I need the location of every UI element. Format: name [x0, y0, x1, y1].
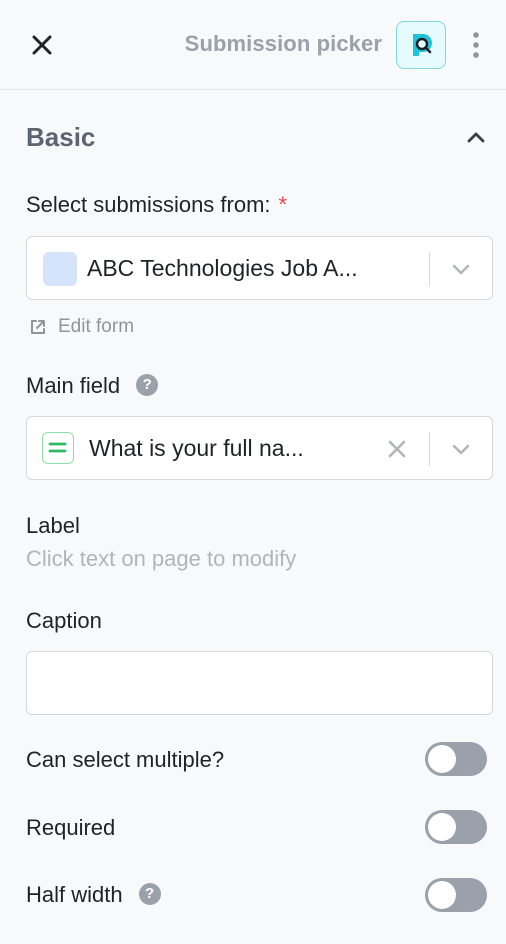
- toggle-knob: [428, 881, 456, 909]
- toggle-knob: [428, 745, 456, 773]
- external-link-icon: [31, 320, 45, 334]
- question-icon[interactable]: ?: [138, 883, 161, 906]
- label-field-label: Label: [26, 513, 80, 538]
- half-width-label: Half width?: [26, 882, 161, 908]
- can-select-multiple-toggle[interactable]: [425, 742, 487, 776]
- label-hint: Click text on page to modify: [26, 546, 297, 571]
- select-from-label: Select submissions from: *: [26, 192, 287, 218]
- main-field-label-text: Main field: [26, 373, 121, 398]
- panel-title: Submission picker: [184, 31, 382, 56]
- select-divider: [429, 432, 430, 466]
- main-field-value: What is your full na...: [89, 435, 304, 461]
- select-divider: [429, 252, 430, 286]
- form-color-swatch: [43, 252, 77, 286]
- edit-form-label: Edit form: [58, 316, 135, 337]
- required-toggle[interactable]: [425, 810, 487, 844]
- select-from-label-text: Select submissions from:: [26, 192, 271, 217]
- panel-header: Submission picker: [0, 0, 506, 90]
- chevron-down-icon[interactable]: [447, 257, 475, 281]
- caption-input[interactable]: [26, 651, 493, 715]
- main-field-label: Main field?: [26, 373, 159, 399]
- text-field-icon: [42, 432, 74, 464]
- half-width-label-text: Half width: [26, 882, 123, 907]
- clear-icon[interactable]: [385, 437, 409, 461]
- more-vertical-icon[interactable]: [468, 30, 484, 60]
- toggle-knob: [428, 813, 456, 841]
- main-field-select[interactable]: What is your full na...: [26, 416, 493, 480]
- submission-picker-icon: [396, 21, 446, 69]
- required-asterisk: *: [278, 192, 288, 217]
- can-select-multiple-label: Can select multiple?: [26, 747, 225, 772]
- edit-form-link[interactable]: Edit form: [28, 315, 134, 339]
- form-select-value: ABC Technologies Job A...: [87, 255, 358, 281]
- chevron-down-icon[interactable]: [447, 437, 475, 461]
- section-title: Basic: [26, 122, 96, 152]
- caption-label: Caption: [26, 608, 102, 633]
- close-icon[interactable]: [28, 31, 56, 59]
- form-select[interactable]: ABC Technologies Job A...: [26, 236, 493, 300]
- chevron-up-icon[interactable]: [462, 124, 490, 152]
- required-label: Required: [26, 815, 116, 840]
- question-icon[interactable]: ?: [136, 374, 159, 397]
- half-width-toggle[interactable]: [425, 878, 487, 912]
